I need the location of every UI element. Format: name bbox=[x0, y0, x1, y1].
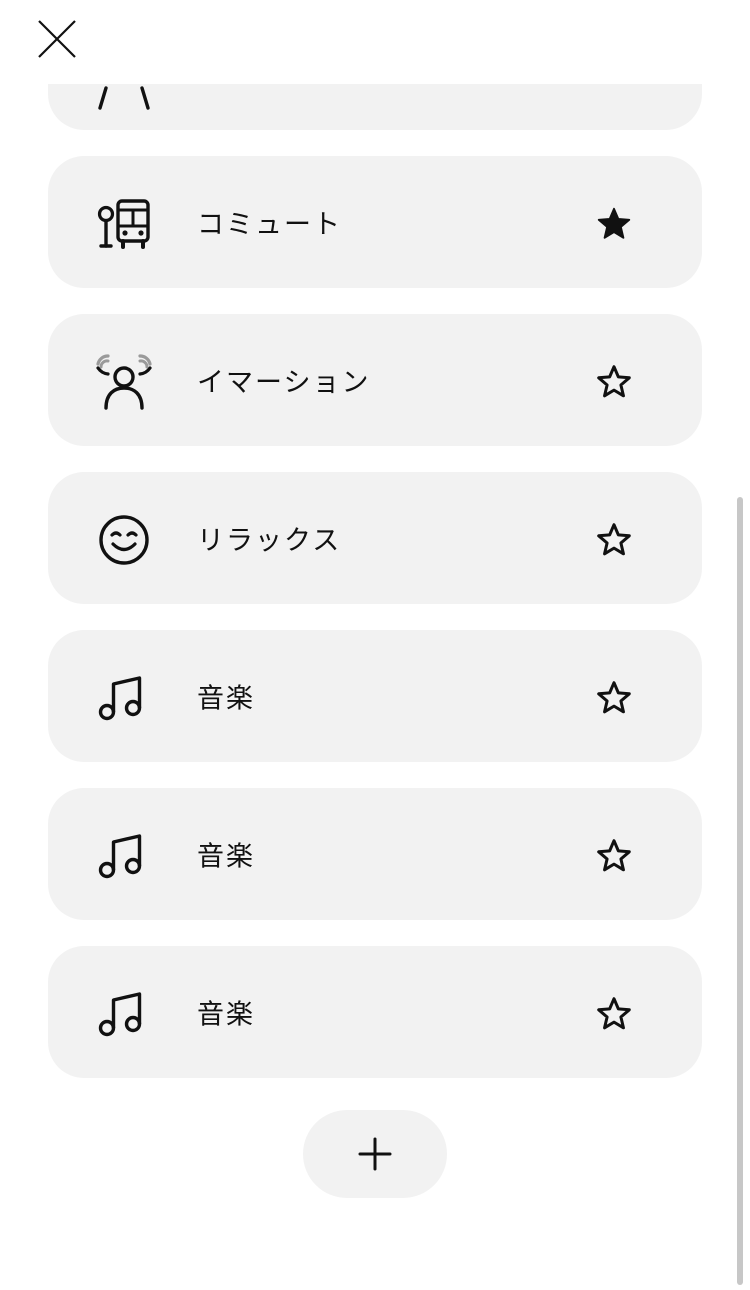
mode-label-immersion: イマーション bbox=[197, 367, 371, 399]
close-icon bbox=[38, 20, 76, 58]
mode-card-commute[interactable]: コミュート bbox=[48, 156, 702, 288]
mode-label-music: 音楽 bbox=[197, 999, 255, 1031]
close-button[interactable] bbox=[34, 16, 80, 62]
mode-card-relax[interactable]: リラックス bbox=[48, 472, 702, 604]
mode-card-music[interactable]: 音楽 bbox=[48, 788, 702, 920]
favorite-star-icon[interactable] bbox=[594, 520, 634, 560]
favorite-star-icon[interactable] bbox=[594, 994, 634, 1034]
favorite-star-icon[interactable] bbox=[594, 362, 634, 402]
music-note-icon bbox=[96, 828, 152, 884]
mode-label-commute: コミュート bbox=[197, 209, 342, 241]
mode-label-relax: リラックス bbox=[197, 525, 342, 557]
header-area bbox=[0, 0, 750, 84]
music-note-icon bbox=[96, 670, 152, 726]
bus-stop-icon bbox=[96, 196, 152, 252]
favorite-star-filled-icon[interactable] bbox=[594, 204, 634, 244]
mode-label-music: 音楽 bbox=[197, 841, 255, 873]
mode-card-music[interactable]: 音楽 bbox=[48, 630, 702, 762]
mode-card-immersion[interactable]: イマーション bbox=[48, 314, 702, 446]
mode-label-music: 音楽 bbox=[197, 683, 255, 715]
mode-card-music[interactable]: 音楽 bbox=[48, 946, 702, 1078]
scrollbar[interactable] bbox=[737, 497, 743, 1285]
add-mode-button[interactable] bbox=[303, 1110, 447, 1198]
music-note-icon bbox=[96, 986, 152, 1042]
plus-icon bbox=[358, 1137, 392, 1171]
immersive-person-icon bbox=[96, 354, 152, 410]
favorite-star-icon[interactable] bbox=[594, 836, 634, 876]
favorite-star-icon[interactable] bbox=[594, 678, 634, 718]
smiley-face-icon bbox=[96, 512, 152, 568]
